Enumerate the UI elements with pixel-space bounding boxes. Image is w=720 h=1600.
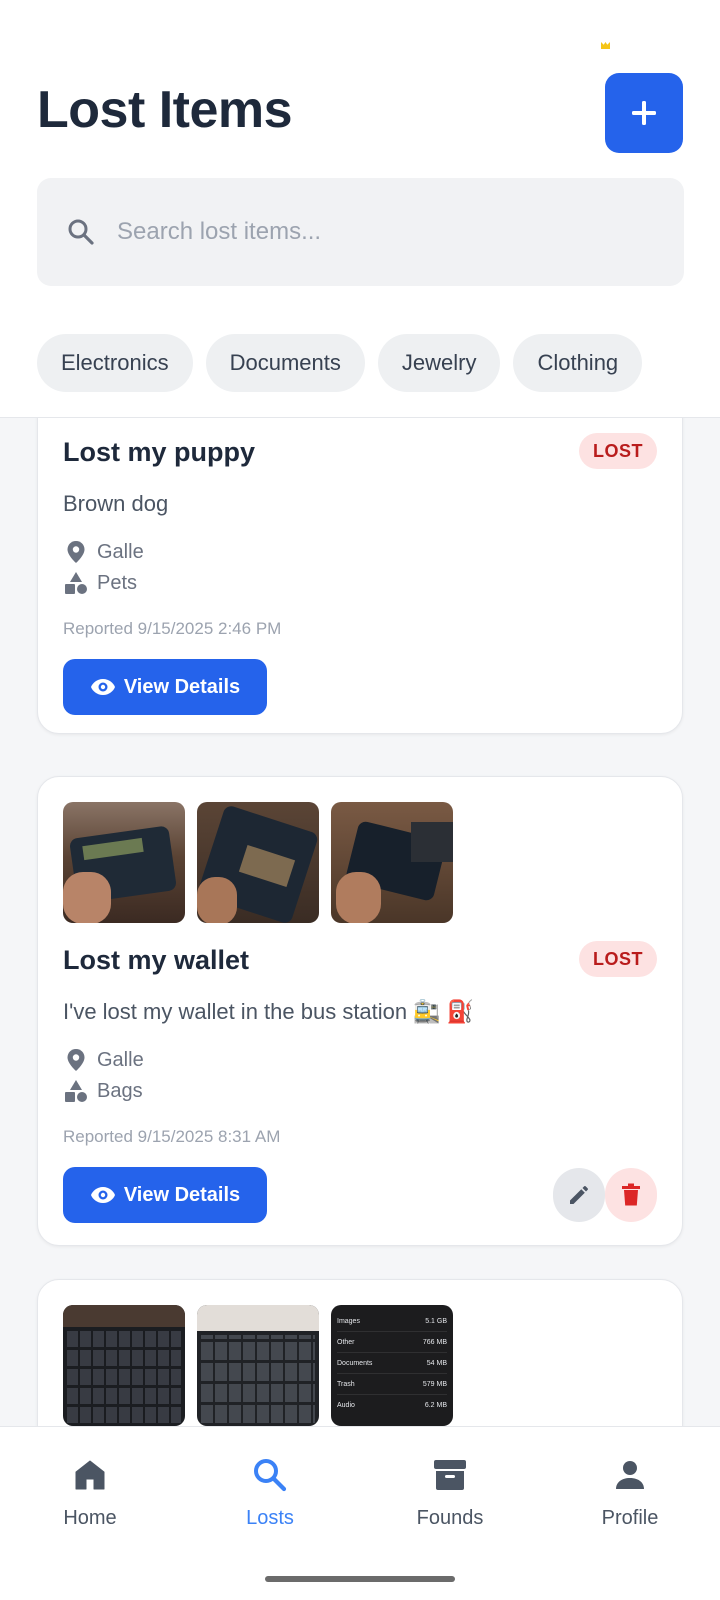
chip-clothing[interactable]: Clothing (513, 334, 643, 392)
category-shapes-icon (63, 570, 89, 596)
item-photo[interactable] (331, 802, 453, 923)
item-photos (63, 802, 453, 923)
reported-date: Reported 9/15/2025 2:46 PM (63, 619, 282, 638)
chip-electronics[interactable]: Electronics (37, 334, 193, 392)
nav-home[interactable]: Home (20, 1455, 160, 1530)
plus-icon (632, 101, 656, 125)
status-badge: LOST (579, 941, 657, 977)
lost-items-list[interactable]: Lost my puppy LOST Brown dog Galle Pets … (0, 418, 720, 1426)
search-bar (37, 178, 684, 286)
item-photos: Images 5.1 GB Other 766 MB Documents 54 MB … (63, 1305, 453, 1426)
category-filter-chips: Electronics Documents Jewelry Clothing (37, 334, 684, 394)
item-category: Pets (63, 570, 137, 596)
search-input[interactable] (117, 218, 637, 246)
nav-profile[interactable]: Profile (560, 1455, 700, 1530)
item-card: Images 5.1 GB Other 766 MB Documents 54 MB … (37, 1279, 683, 1426)
location-pin-icon (63, 539, 89, 565)
nav-founds[interactable]: Founds (380, 1455, 520, 1530)
home-icon (70, 1455, 110, 1495)
eye-icon (90, 1182, 116, 1208)
item-location: Galle (63, 1047, 144, 1073)
pencil-icon (570, 1186, 588, 1204)
view-details-label: View Details (123, 1183, 241, 1206)
item-title: Lost my wallet (63, 945, 250, 975)
item-card: Lost my wallet LOST I've lost my wallet … (37, 776, 683, 1246)
reported-date: Reported 9/15/2025 8:31 AM (63, 1127, 281, 1146)
edit-button[interactable] (553, 1168, 605, 1222)
item-category: Bags (63, 1078, 143, 1104)
item-title: Lost my puppy (63, 437, 256, 467)
archive-box-icon (430, 1455, 470, 1495)
nav-founds-label: Founds (416, 1507, 484, 1529)
chip-jewelry[interactable]: Jewelry (377, 334, 501, 392)
page-title: Lost Items (37, 81, 293, 139)
eye-icon (90, 674, 116, 700)
add-item-button[interactable] (605, 73, 683, 153)
status-indicator-icon (601, 42, 610, 49)
item-photo[interactable] (63, 1305, 185, 1426)
view-details-button[interactable]: View Details (63, 1167, 267, 1223)
category-text: Pets (97, 571, 138, 594)
home-indicator[interactable] (265, 1576, 455, 1582)
nav-losts[interactable]: Losts (200, 1455, 340, 1530)
bottom-navigation: Home Losts Founds Profile (0, 1426, 720, 1600)
view-details-label: View Details (123, 675, 241, 698)
item-photo[interactable]: Images 5.1 GB Other 766 MB Documents 54 MB … (331, 1305, 453, 1426)
item-location: Galle (63, 539, 144, 565)
delete-button[interactable] (605, 1168, 657, 1222)
nav-losts-label: Losts (246, 1507, 294, 1529)
item-photo[interactable] (63, 802, 185, 923)
nav-profile-label: Profile (601, 1507, 659, 1529)
nav-home-label: Home (63, 1507, 117, 1529)
item-photo[interactable] (197, 802, 319, 923)
item-description: I've lost my wallet in the bus station 🚉… (63, 999, 475, 1024)
item-description: Brown dog (63, 491, 169, 516)
search-icon (65, 216, 97, 248)
category-shapes-icon (63, 1078, 89, 1104)
location-pin-icon (63, 1047, 89, 1073)
status-badge: LOST (579, 433, 657, 469)
location-text: Galle (97, 540, 144, 563)
view-details-button[interactable]: View Details (63, 659, 267, 715)
item-card: Lost my puppy LOST Brown dog Galle Pets … (37, 418, 683, 734)
search-icon (250, 1455, 290, 1495)
chip-documents[interactable]: Documents (205, 334, 365, 392)
category-text: Bags (97, 1079, 143, 1102)
trash-icon (622, 1183, 640, 1206)
header: Lost Items Electronics Documents Jewelry… (0, 0, 720, 418)
person-icon (610, 1455, 650, 1495)
item-photo[interactable] (197, 1305, 319, 1426)
location-text: Galle (97, 1048, 144, 1071)
